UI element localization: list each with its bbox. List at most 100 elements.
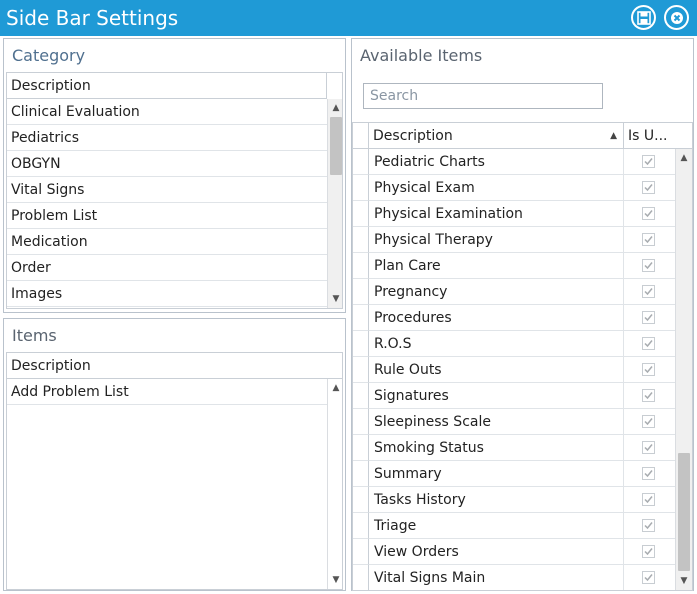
category-row[interactable]: Clinical Evaluation	[7, 99, 327, 125]
row-selector[interactable]	[353, 565, 369, 590]
available-item-row[interactable]: Physical Therapy	[369, 227, 624, 253]
row-selector[interactable]	[353, 487, 369, 513]
available-item-row[interactable]: Physical Exam	[369, 175, 624, 201]
category-row[interactable]: Problem List	[7, 203, 327, 229]
row-selector[interactable]	[353, 149, 369, 175]
items-grid: Description Add Problem List ▲ ▼	[6, 352, 343, 590]
row-selector[interactable]	[353, 253, 369, 279]
row-selector[interactable]	[353, 409, 369, 435]
category-row[interactable]: Pediatrics	[7, 125, 327, 151]
is-used-cell	[624, 513, 675, 539]
save-icon	[636, 10, 651, 25]
items-column-header[interactable]: Description	[7, 353, 342, 379]
checkbox-checked-icon[interactable]	[642, 337, 655, 350]
is-used-cell	[624, 565, 675, 590]
checkbox-checked-icon[interactable]	[642, 415, 655, 428]
available-item-row[interactable]: Signatures	[369, 383, 624, 409]
row-selector[interactable]	[353, 331, 369, 357]
checkbox-checked-icon[interactable]	[642, 259, 655, 272]
item-row[interactable]: Add Problem List	[7, 379, 327, 405]
row-selector[interactable]	[353, 461, 369, 487]
items-scrollbar[interactable]: ▲ ▼	[327, 379, 342, 589]
available-item-row[interactable]: Smoking Status	[369, 435, 624, 461]
category-row[interactable]: Images	[7, 281, 327, 307]
row-selector[interactable]	[353, 175, 369, 201]
checkbox-checked-icon[interactable]	[642, 285, 655, 298]
available-item-row[interactable]: Pediatric Charts	[369, 149, 624, 175]
is-used-cell	[624, 175, 675, 201]
checkbox-checked-icon[interactable]	[642, 311, 655, 324]
row-selector[interactable]	[353, 357, 369, 383]
category-column-header[interactable]: Description	[7, 73, 327, 99]
available-item-row[interactable]: Rule Outs	[369, 357, 624, 383]
checkbox-checked-icon[interactable]	[642, 155, 655, 168]
is-used-cell	[624, 539, 675, 565]
checkbox-checked-icon[interactable]	[642, 181, 655, 194]
available-item-row[interactable]: Triage	[369, 513, 624, 539]
category-header: Category	[12, 46, 86, 65]
is-used-cell	[624, 383, 675, 409]
checkbox-checked-icon[interactable]	[642, 363, 655, 376]
is-used-cell	[624, 227, 675, 253]
scroll-down-icon[interactable]: ▼	[328, 292, 342, 306]
available-items-grid: Description ▲ Is U... Pediatric Charts Ph…	[352, 122, 693, 591]
is-used-cell	[624, 461, 675, 487]
scroll-down-icon[interactable]: ▼	[328, 573, 342, 587]
available-scrollbar[interactable]: ▲ ▼	[675, 149, 692, 590]
checkbox-checked-icon[interactable]	[642, 207, 655, 220]
checkbox-checked-icon[interactable]	[642, 519, 655, 532]
checkbox-checked-icon[interactable]	[642, 233, 655, 246]
row-selector[interactable]	[353, 383, 369, 409]
row-selector[interactable]	[353, 539, 369, 565]
is-used-cell	[624, 435, 675, 461]
row-selector[interactable]	[353, 513, 369, 539]
available-column-description[interactable]: Description ▲	[369, 123, 624, 149]
row-selector[interactable]	[353, 435, 369, 461]
sort-up-icon[interactable]: ▲	[610, 123, 617, 149]
available-item-row[interactable]: View Orders	[369, 539, 624, 565]
category-row[interactable]: Vital Signs	[7, 177, 327, 203]
row-selector[interactable]	[353, 305, 369, 331]
available-item-row[interactable]: Procedures	[369, 305, 624, 331]
available-item-row[interactable]: Vital Signs Main	[369, 565, 624, 590]
category-panel: Category Description Clinical Evaluation…	[3, 38, 346, 313]
close-button[interactable]	[664, 5, 689, 30]
checkbox-checked-icon[interactable]	[642, 493, 655, 506]
is-used-cell	[624, 305, 675, 331]
is-used-cell	[624, 487, 675, 513]
scroll-thumb[interactable]	[330, 117, 342, 175]
is-used-cell	[624, 201, 675, 227]
scroll-thumb[interactable]	[678, 453, 690, 571]
checkbox-checked-icon[interactable]	[642, 389, 655, 402]
checkbox-checked-icon[interactable]	[642, 467, 655, 480]
checkbox-checked-icon[interactable]	[642, 545, 655, 558]
category-row[interactable]: OBGYN	[7, 151, 327, 177]
scroll-down-icon[interactable]: ▼	[676, 574, 692, 588]
category-row[interactable]: Medication	[7, 229, 327, 255]
available-item-row[interactable]: Summary	[369, 461, 624, 487]
checkbox-checked-icon[interactable]	[642, 441, 655, 454]
row-selector[interactable]	[353, 279, 369, 305]
scroll-up-icon[interactable]: ▲	[328, 101, 342, 115]
row-selector[interactable]	[353, 201, 369, 227]
close-icon	[670, 11, 683, 24]
available-item-row[interactable]: Plan Care	[369, 253, 624, 279]
category-row[interactable]: Order	[7, 255, 327, 281]
scroll-up-icon[interactable]: ▲	[676, 151, 692, 165]
row-selector[interactable]	[353, 227, 369, 253]
save-button[interactable]	[631, 5, 656, 30]
available-column-description-label: Description	[373, 128, 453, 144]
is-used-cell	[624, 331, 675, 357]
available-item-row[interactable]: Pregnancy	[369, 279, 624, 305]
checkbox-checked-icon[interactable]	[642, 571, 655, 584]
window-title: Side Bar Settings	[6, 6, 179, 30]
title-bar: Side Bar Settings	[0, 0, 697, 36]
available-item-row[interactable]: Physical Examination	[369, 201, 624, 227]
available-item-row[interactable]: R.O.S	[369, 331, 624, 357]
available-column-is-used[interactable]: Is U...	[624, 123, 692, 149]
category-scrollbar[interactable]: ▲ ▼	[327, 99, 342, 308]
search-input[interactable]: Search	[363, 83, 603, 109]
available-item-row[interactable]: Sleepiness Scale	[369, 409, 624, 435]
available-item-row[interactable]: Tasks History	[369, 487, 624, 513]
scroll-up-icon[interactable]: ▲	[328, 381, 342, 395]
